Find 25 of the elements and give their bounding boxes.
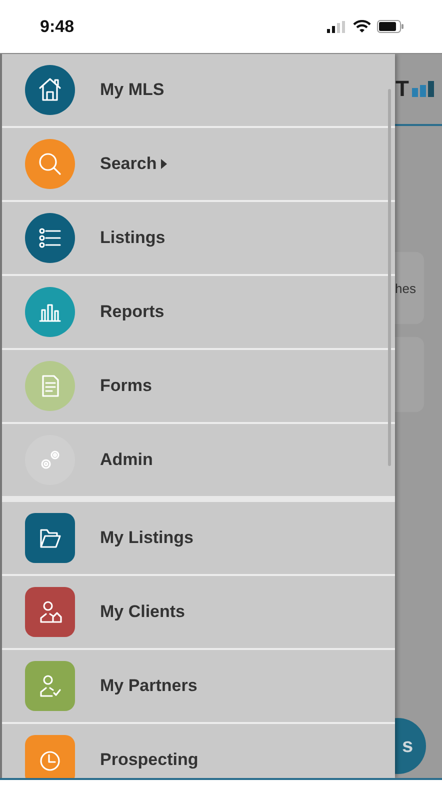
menu-item[interactable]: Reports [2, 276, 395, 350]
menu-label: Reports [100, 302, 164, 322]
menu-item[interactable]: Forms [2, 350, 395, 424]
menu-item[interactable]: My MLS [2, 54, 395, 128]
menu-label: My Listings [100, 528, 194, 548]
menu-item[interactable]: Search [2, 128, 395, 202]
signal-icon [327, 20, 347, 32]
clock-time: 9:48 [40, 16, 74, 36]
menu-label: Prospecting [100, 750, 198, 770]
menu-label: Listings [100, 228, 166, 248]
menu-item[interactable]: Listings [2, 202, 395, 276]
menu-label: My Clients [100, 602, 186, 622]
menu-item[interactable]: My Clients [2, 576, 395, 650]
logo-text: T [396, 76, 409, 102]
menu-label: Forms [100, 376, 152, 396]
menu-item[interactable]: My Listings [2, 502, 395, 576]
menu-item[interactable]: My Partners [2, 650, 395, 724]
menu-label: My MLS [100, 80, 164, 100]
menu-label: Admin [100, 450, 153, 470]
menu-label: My Partners [100, 676, 198, 696]
card-label: hes [395, 280, 416, 296]
menu-label: Search [100, 154, 157, 174]
battery-icon [377, 20, 404, 33]
logo-bars-icon [412, 81, 436, 97]
wifi-icon [353, 20, 371, 33]
